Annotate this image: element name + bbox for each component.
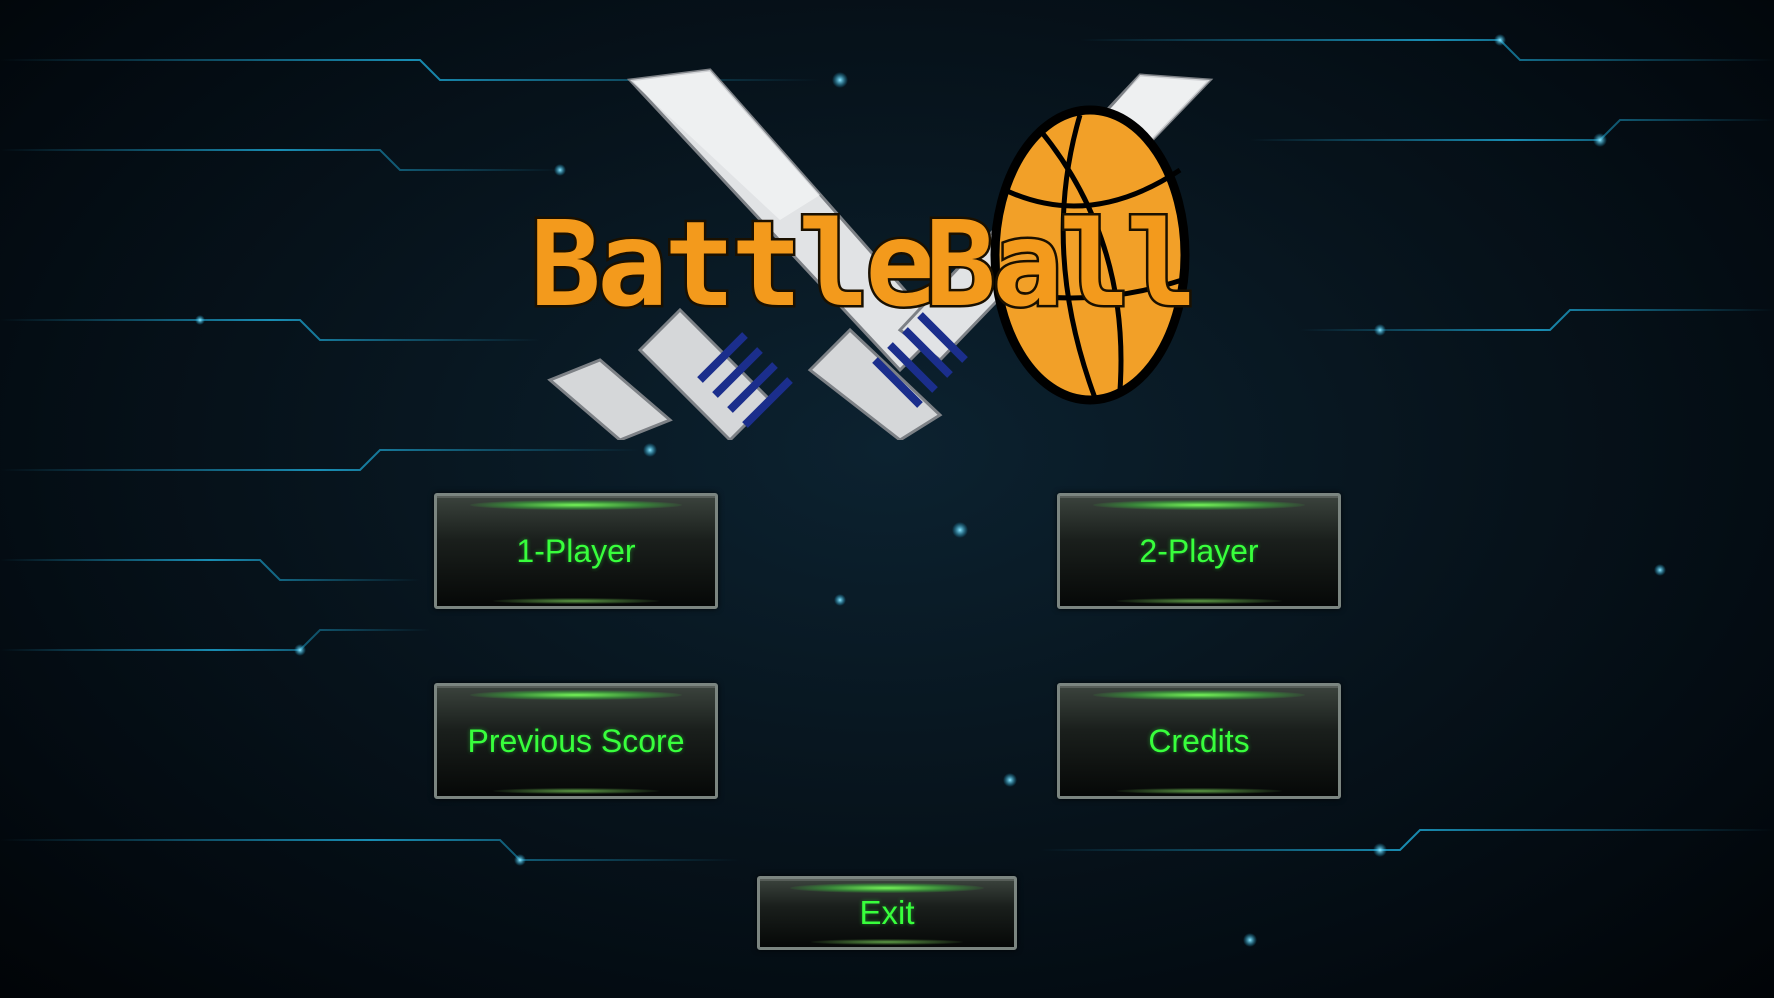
one-player-label: 1-Player — [516, 532, 636, 569]
battle-ball-logo: Battle Ball — [520, 60, 1250, 443]
exit-button[interactable]: Exit — [757, 876, 1017, 950]
logo-title-word-1: Battle — [530, 195, 932, 333]
two-player-label: 2-Player — [1139, 532, 1259, 569]
previous-score-button[interactable]: Previous Score — [434, 683, 718, 799]
exit-label: Exit — [859, 894, 915, 931]
one-player-button[interactable]: 1-Player — [434, 493, 718, 609]
logo-title-word-2: Ball — [925, 195, 1193, 333]
main-menu-screen: Battle Ball 1-Player 2-Player Previous S… — [0, 0, 1774, 998]
logo-title: Battle Ball — [528, 193, 1200, 336]
credits-button[interactable]: Credits — [1057, 683, 1341, 799]
two-player-button[interactable]: 2-Player — [1057, 493, 1341, 609]
credits-label: Credits — [1148, 722, 1250, 759]
previous-score-label: Previous Score — [467, 722, 685, 759]
